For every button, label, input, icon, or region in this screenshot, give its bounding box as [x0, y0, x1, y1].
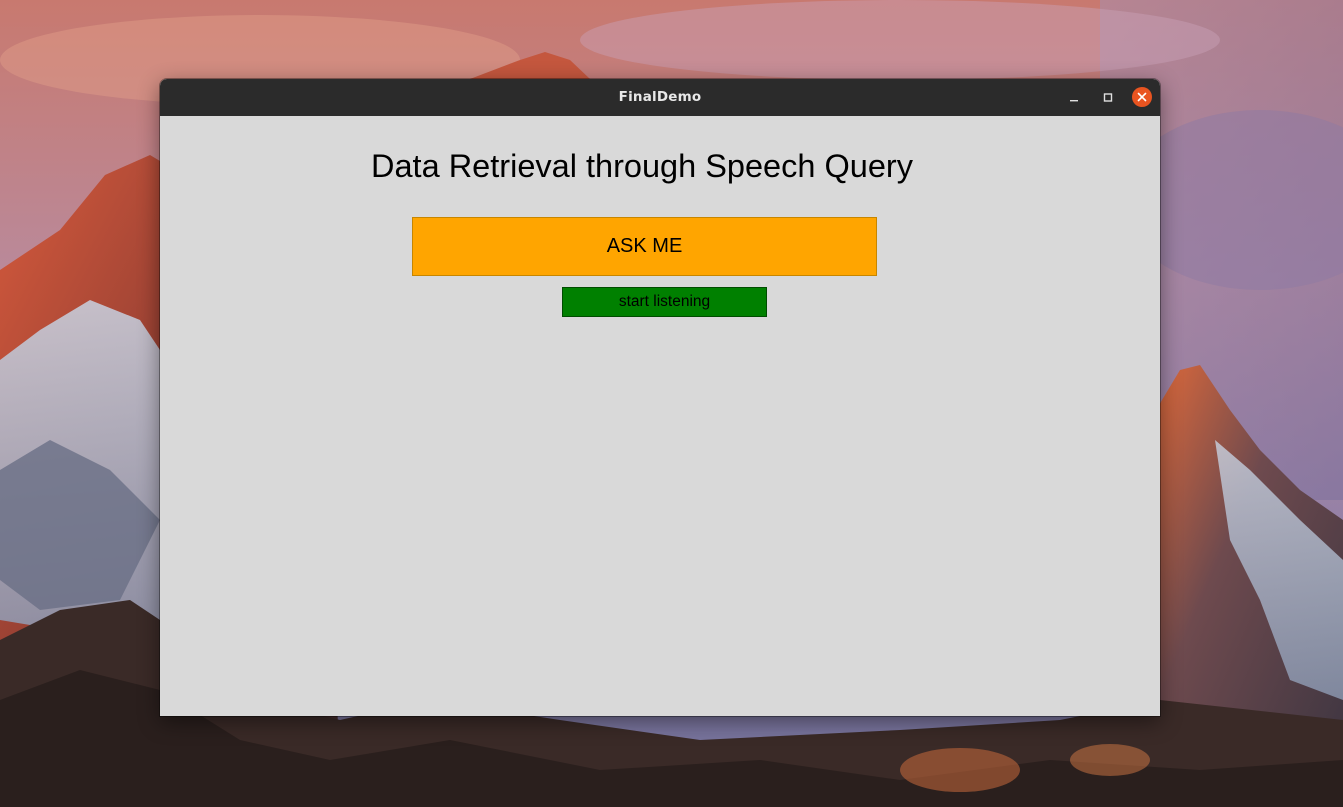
maximize-button[interactable]	[1098, 88, 1118, 108]
window-content: Data Retrieval through Speech Query ASK …	[160, 116, 1160, 716]
minimize-icon	[1070, 100, 1078, 102]
window-title: FinalDemo	[618, 89, 702, 105]
minimize-button[interactable]	[1064, 88, 1084, 108]
page-title: Data Retrieval through Speech Query	[371, 148, 913, 184]
close-icon	[1137, 92, 1147, 102]
start-listening-button[interactable]: start listening	[562, 287, 767, 317]
app-window: FinalDemo Data Retrieval through Speech …	[160, 79, 1160, 716]
ask-me-button[interactable]: ASK ME	[412, 217, 877, 276]
close-button[interactable]	[1132, 87, 1152, 107]
window-titlebar[interactable]: FinalDemo	[160, 79, 1160, 116]
maximize-icon	[1103, 93, 1113, 102]
